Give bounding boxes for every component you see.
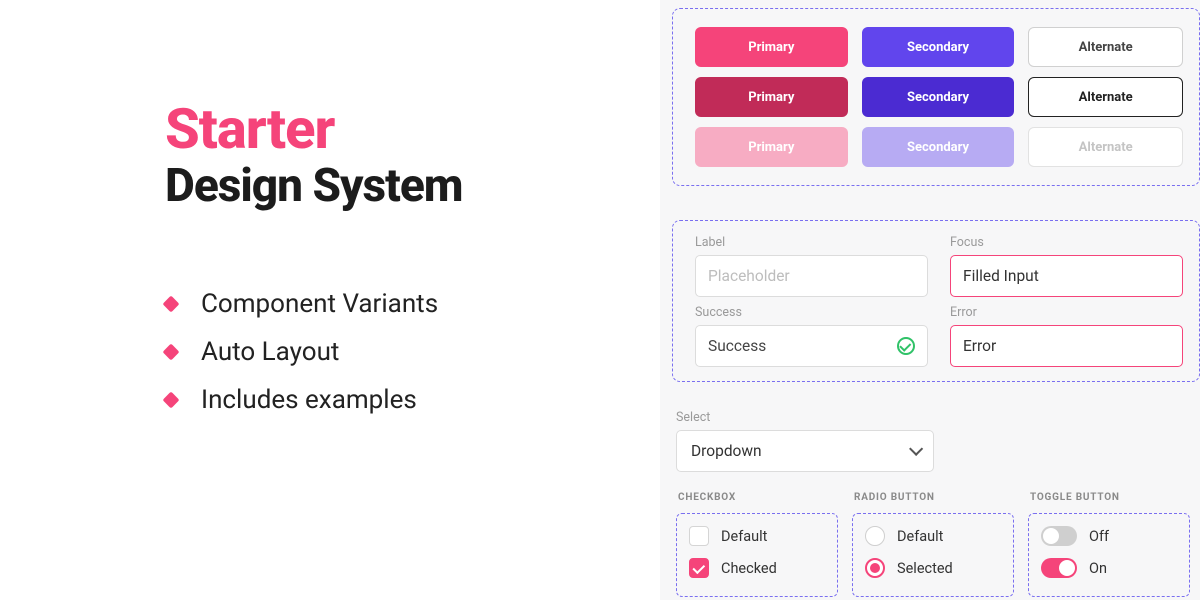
toggle-on[interactable]: On (1041, 558, 1177, 578)
radio-selected-icon (865, 558, 885, 578)
primary-button-hover[interactable]: Primary (695, 77, 848, 117)
checkbox-checked-icon (689, 558, 709, 578)
radio-selected[interactable]: Selected (865, 558, 1001, 578)
check-circle-icon (897, 337, 915, 355)
inputs-variant-group: Label Placeholder Focus Filled Input Suc… (672, 220, 1200, 382)
toggle-off-icon (1041, 526, 1077, 546)
hero-panel: Starter Design System Component Variants… (0, 0, 660, 600)
select-field: Select Dropdown (672, 410, 1200, 472)
radio-icon (865, 526, 885, 546)
buttons-variant-group: Primary Secondary Alternate Primary Seco… (672, 8, 1200, 186)
text-input-focus[interactable]: Filled Input (950, 255, 1183, 297)
feature-label: Includes examples (201, 385, 417, 415)
input-label: Success (695, 305, 928, 320)
secondary-button-disabled: Secondary (862, 127, 1015, 167)
diamond-bullet-icon (163, 392, 180, 409)
input-value: Success (708, 337, 766, 355)
diamond-bullet-icon (163, 344, 180, 361)
checkbox-label: Checked (721, 560, 777, 577)
input-field-error: Error Error (950, 305, 1183, 367)
text-input[interactable]: Placeholder (695, 255, 928, 297)
checkbox-default[interactable]: Default (689, 526, 825, 546)
radio-heading: Radio Button (852, 492, 1014, 503)
radio-label: Default (897, 528, 943, 545)
input-field-default: Label Placeholder (695, 235, 928, 297)
select-label: Select (676, 410, 1200, 425)
primary-button-disabled: Primary (695, 127, 848, 167)
feature-label: Component Variants (201, 289, 438, 319)
secondary-button-hover[interactable]: Secondary (862, 77, 1015, 117)
feature-label: Auto Layout (201, 337, 339, 367)
toggle-label: Off (1089, 528, 1109, 545)
alternate-button[interactable]: Alternate (1028, 27, 1183, 67)
feature-list: Component Variants Auto Layout Includes … (165, 289, 660, 415)
text-input-error[interactable]: Error (950, 325, 1183, 367)
feature-item: Auto Layout (165, 337, 660, 367)
input-field-success: Success Success (695, 305, 928, 367)
checkbox-heading: Checkbox (676, 492, 838, 503)
diamond-bullet-icon (163, 296, 180, 313)
checkbox-label: Default (721, 528, 767, 545)
checkbox-icon (689, 526, 709, 546)
chevron-down-icon (909, 442, 923, 456)
toggle-heading: Toggle Button (1028, 492, 1190, 503)
hero-title-accent: Starter (165, 100, 660, 159)
toggle-on-icon (1041, 558, 1077, 578)
checkbox-checked[interactable]: Checked (689, 558, 825, 578)
select-value: Dropdown (691, 442, 762, 460)
radio-default[interactable]: Default (865, 526, 1001, 546)
checkbox-variant-group: Default Checked (676, 513, 838, 597)
text-input-success[interactable]: Success (695, 325, 928, 367)
select-dropdown[interactable]: Dropdown (676, 430, 934, 472)
controls-row: Checkbox Default Checked Radio Button De… (672, 492, 1200, 597)
alternate-button-disabled: Alternate (1028, 127, 1183, 167)
secondary-button[interactable]: Secondary (862, 27, 1015, 67)
input-field-focus: Focus Filled Input (950, 235, 1183, 297)
input-label: Error (950, 305, 1183, 320)
input-label: Label (695, 235, 928, 250)
radio-variant-group: Default Selected (852, 513, 1014, 597)
checkbox-column: Checkbox Default Checked (676, 492, 838, 597)
hero-title-main: Design System (165, 161, 660, 212)
toggle-column: Toggle Button Off On (1028, 492, 1190, 597)
toggle-variant-group: Off On (1028, 513, 1190, 597)
toggle-off[interactable]: Off (1041, 526, 1177, 546)
radio-column: Radio Button Default Selected (852, 492, 1014, 597)
radio-label: Selected (897, 560, 953, 577)
alternate-button-hover[interactable]: Alternate (1028, 77, 1183, 117)
feature-item: Includes examples (165, 385, 660, 415)
feature-item: Component Variants (165, 289, 660, 319)
primary-button[interactable]: Primary (695, 27, 848, 67)
input-label: Focus (950, 235, 1183, 250)
toggle-label: On (1089, 560, 1107, 577)
components-panel: Primary Secondary Alternate Primary Seco… (660, 0, 1200, 600)
